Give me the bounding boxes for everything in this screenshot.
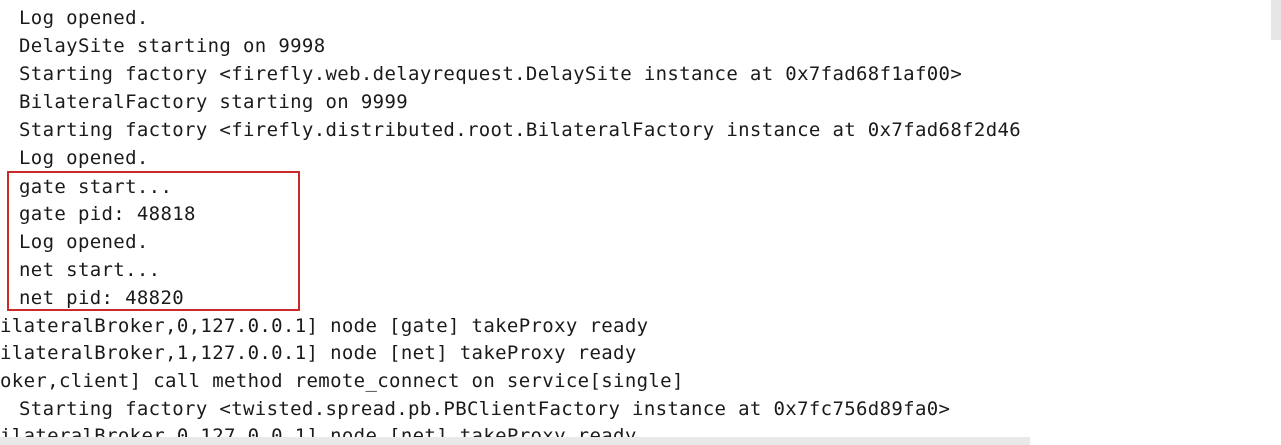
log-line: Log opened. [19,147,149,169]
log-line: oker,client] call method remote_connect … [0,370,684,392]
horizontal-scrollbar[interactable] [0,437,1030,445]
log-line: ilateralBroker,1,127.0.0.1] node [net] t… [0,342,637,364]
log-line: Log opened. [19,7,149,29]
scrollbar-corner[interactable] [1271,0,1281,40]
log-line: ilateralBroker,0,127.0.0.1] node [gate] … [0,315,649,337]
log-line: gate start... [19,176,173,198]
log-line: Starting factory <twisted.spread.pb.PBCl… [19,398,951,420]
log-line: Log opened. [19,231,149,253]
log-line: net start... [19,259,161,281]
log-line: BilateralFactory starting on 9999 [19,91,409,113]
terminal-output[interactable]: Log opened. DelaySite starting on 9998 S… [0,0,1281,445]
log-line: Starting factory <firefly.distributed.ro… [19,119,1022,141]
log-line: DelaySite starting on 9998 [19,35,326,57]
log-line: net pid: 48820 [19,287,185,309]
log-line: Starting factory <firefly.web.delayreque… [19,63,963,85]
log-line: gate pid: 48818 [19,203,196,225]
